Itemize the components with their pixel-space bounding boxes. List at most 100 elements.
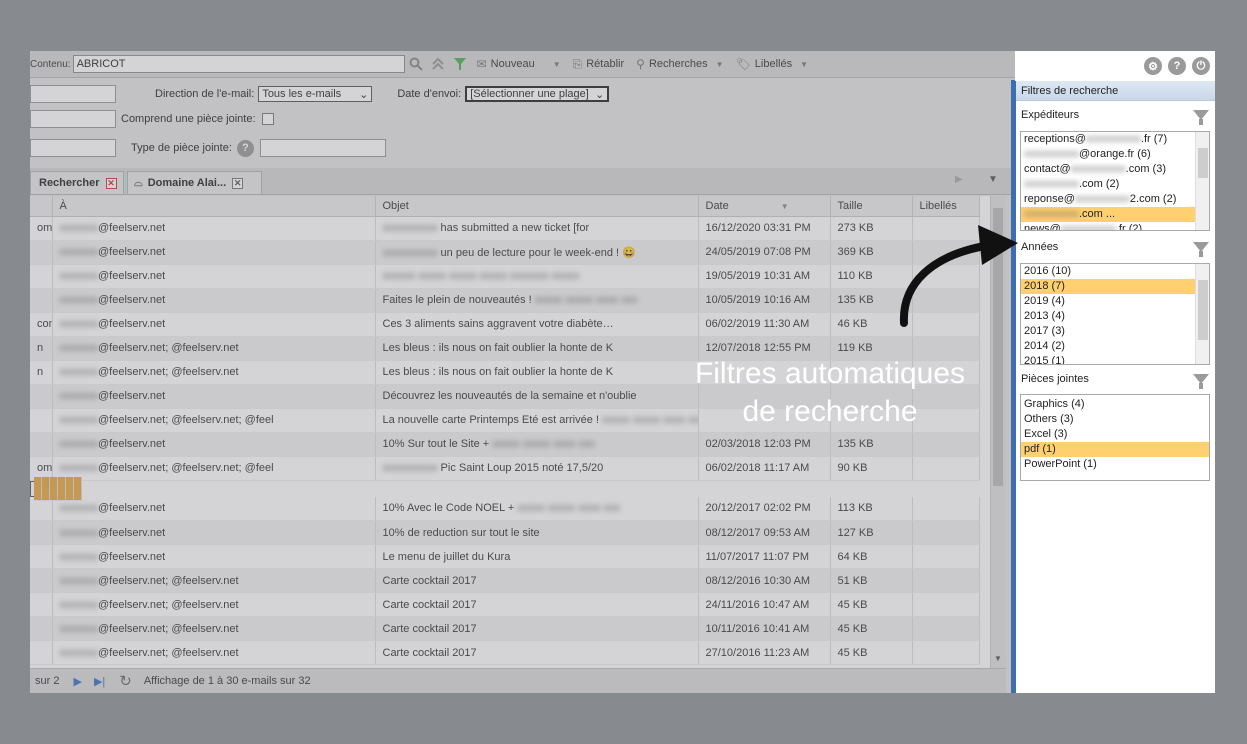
scroll-right-icon[interactable]: ▶ bbox=[955, 174, 963, 185]
refresh-icon[interactable]: ↻ bbox=[119, 672, 132, 690]
table-row[interactable]: xxxxxxx@feelserv.net Le menu de juillet d… bbox=[30, 544, 980, 569]
cell-date: 16/12/2020 03:31 PM bbox=[698, 216, 831, 241]
cell-to: xxxxxxx@feelserv.net bbox=[52, 240, 376, 265]
item-label: 2016 (10) bbox=[1024, 265, 1072, 277]
senders-list[interactable]: receptions@xxxxxxxxxx.fr (7) xxxxxxxxxx@o… bbox=[1020, 131, 1210, 231]
last-page-icon[interactable]: ▶| bbox=[94, 675, 105, 688]
redacted-text: xxxxxxx bbox=[59, 414, 99, 426]
col-from[interactable] bbox=[30, 196, 53, 217]
list-item[interactable]: Excel (3) bbox=[1021, 427, 1209, 442]
item-label: Excel (3) bbox=[1024, 428, 1068, 440]
power-icon[interactable]: ⏻ bbox=[1192, 57, 1210, 75]
tab-search[interactable]: Rechercher ✕ bbox=[30, 171, 124, 194]
table-row[interactable]: xxxxxxx@feelserv.net 10% de reduction sur… bbox=[30, 520, 980, 545]
close-icon[interactable]: ✕ bbox=[232, 177, 244, 189]
envelope-icon: ✉ bbox=[476, 57, 487, 71]
list-item[interactable]: reponse@xxxxxxxxxx2.com (2) bbox=[1021, 192, 1209, 207]
redacted-text: xxxxxxx bbox=[59, 526, 99, 539]
table-row[interactable]: comxxxxxxx@feelserv.netCes 3 aliments sa… bbox=[30, 312, 980, 337]
recipient-text: @feelserv.net bbox=[98, 526, 166, 539]
collapse-icon[interactable] bbox=[427, 53, 449, 75]
criteria-input-2[interactable] bbox=[30, 110, 116, 128]
cell-to: xxxxxxx@feelserv.net bbox=[52, 264, 376, 289]
list-item[interactable]: news@xxxxxxxxxx.fr (2) bbox=[1021, 222, 1209, 230]
col-subject[interactable]: Objet bbox=[375, 196, 699, 217]
table-row[interactable]: omxxxxxxx@feelserv.net; @feelserv.net; @… bbox=[30, 456, 980, 481]
senders-title: Expéditeurs bbox=[1021, 109, 1080, 121]
attachments-list[interactable]: Graphics (4) Others (3) Excel (3) pdf (1) Po… bbox=[1020, 394, 1210, 481]
list-item[interactable]: 2015 (1) bbox=[1021, 354, 1209, 364]
cell-from: om bbox=[30, 216, 53, 241]
table-row[interactable]: xxxxxxx@feelserv.net; @feelserv.net Carte… bbox=[30, 640, 980, 665]
list-item[interactable]: Others (3) bbox=[1021, 412, 1209, 427]
filter-icon[interactable] bbox=[449, 53, 471, 75]
list-item[interactable]: 2017 (3) bbox=[1021, 324, 1209, 339]
list-item[interactable]: Graphics (4) bbox=[1021, 397, 1209, 412]
labels-button[interactable]: 🏷 Libellés ▼ bbox=[730, 53, 814, 75]
table-row[interactable]: xxxxxxx@feelserv.net; @feelserv.net Carte… bbox=[30, 592, 980, 617]
table-row[interactable]: xxxxxxx@feelserv.net Faites le plein de n… bbox=[30, 288, 980, 313]
years-list[interactable]: 2016 (10) 2018 (7) 2019 (4) 2013 (4) 2017 (3… bbox=[1020, 263, 1210, 365]
attachment-checkbox[interactable] bbox=[261, 113, 274, 125]
cell-labels bbox=[912, 456, 980, 481]
table-row[interactable]: xxxxxxx@feelserv.net 10% Sur tout le Site… bbox=[30, 432, 980, 457]
date-range-select[interactable]: [Sélectionner une plage] ⌄ bbox=[465, 86, 610, 102]
cell-labels bbox=[912, 568, 980, 593]
col-labels[interactable]: Libellés bbox=[912, 196, 980, 217]
senders-scrollbar[interactable] bbox=[1195, 132, 1209, 230]
list-item[interactable]: 2016 (10) bbox=[1021, 264, 1209, 279]
searches-button[interactable]: ⚲ Recherches ▼ bbox=[630, 53, 729, 75]
table-row[interactable]: xxxxxxx@feelserv.net xxxxxxxxxx un peu de… bbox=[30, 240, 980, 265]
item-label: 2017 (3) bbox=[1024, 325, 1065, 337]
list-item[interactable]: xxxxxxxxxx.com (2) bbox=[1021, 177, 1209, 192]
attachment-type-input[interactable] bbox=[259, 139, 386, 157]
criteria-input-3[interactable] bbox=[30, 139, 116, 157]
senders-scroll-thumb[interactable] bbox=[1198, 148, 1208, 178]
cell-date: 11/07/2017 11:07 PM bbox=[698, 544, 831, 569]
next-page-icon[interactable]: ▶ bbox=[73, 675, 81, 688]
criteria-input-1[interactable] bbox=[30, 85, 116, 103]
tab-domaine[interactable]: ⌓ Domaine Alai... ✕ bbox=[127, 171, 262, 194]
col-to[interactable]: À bbox=[52, 196, 376, 217]
gear-icon[interactable]: ⚙ bbox=[1144, 57, 1162, 75]
new-button[interactable]: ✉ Nouveau ▼ bbox=[471, 53, 567, 75]
direction-select[interactable]: Tous les e-mails ⌄ bbox=[258, 86, 373, 102]
table-row[interactable]: xxxxxxx@feelserv.net; @feelserv.net Carte… bbox=[30, 568, 980, 593]
close-icon[interactable]: ✕ bbox=[105, 177, 117, 189]
search-icon[interactable] bbox=[405, 53, 427, 75]
list-item[interactable]: 2019 (4) bbox=[1021, 294, 1209, 309]
table-row[interactable]: omxxxxxxx@feelserv.net; @feelserv.net; @… bbox=[30, 476, 82, 501]
item-label: Others (3) bbox=[1024, 413, 1074, 425]
item-tail: .com ... bbox=[1079, 208, 1116, 220]
list-item[interactable]: 2018 (7) bbox=[1021, 279, 1209, 294]
chevron-down-icon[interactable]: ▼ bbox=[553, 60, 561, 69]
table-row[interactable]: xxxxxxx@feelserv.net 10% Avec le Code NOE… bbox=[30, 496, 980, 521]
table-row[interactable]: xxxxxxx@feelserv.net xxxxxx xxxxx xxxxx x… bbox=[30, 264, 980, 289]
list-item[interactable]: receptions@xxxxxxxxxx.fr (7) bbox=[1021, 132, 1209, 147]
col-date[interactable]: Date ▼ bbox=[698, 196, 831, 217]
redacted-text: xxxxxxx bbox=[59, 366, 99, 378]
years-scroll-thumb[interactable] bbox=[1198, 280, 1208, 340]
col-size[interactable]: Taille bbox=[830, 196, 913, 217]
restore-button[interactable]: ⎘ Rétablir bbox=[567, 53, 631, 75]
redacted-text: xxxxxxx bbox=[59, 462, 99, 474]
tab-menu-icon[interactable]: ▼ bbox=[988, 174, 998, 185]
list-item[interactable]: 2013 (4) bbox=[1021, 309, 1209, 324]
list-item[interactable]: xxxxxxxxxx.com ... bbox=[1021, 207, 1209, 222]
help-icon[interactable]: ? bbox=[236, 139, 254, 157]
table-row[interactable]: xxxxxxx@feelserv.net; @feelserv.net Carte… bbox=[30, 616, 980, 641]
table-row[interactable]: om xxxxxxx@feelserv.net xxxxxxxxxx has sub… bbox=[30, 216, 980, 241]
tab-domaine-label: Domaine Alai... bbox=[147, 177, 227, 189]
list-item[interactable]: xxxxxxxxxx@orange.fr (6) bbox=[1021, 147, 1209, 162]
chevron-down-icon: ⌄ bbox=[359, 88, 369, 101]
years-scrollbar[interactable] bbox=[1195, 264, 1209, 364]
list-item[interactable]: 2014 (2) bbox=[1021, 339, 1209, 354]
list-item[interactable]: PowerPoint (1) bbox=[1021, 457, 1209, 472]
list-item[interactable]: pdf (1) bbox=[1021, 442, 1209, 457]
scroll-down-icon[interactable]: ▼ bbox=[994, 654, 1002, 663]
content-search-input[interactable] bbox=[72, 55, 405, 73]
help-icon[interactable]: ? bbox=[1168, 57, 1186, 75]
list-item[interactable]: contact@xxxxxxxxxx.com (3) bbox=[1021, 162, 1209, 177]
redacted-text: xxxxxxx bbox=[59, 222, 99, 234]
cell-subject: La nouvelle carte Printemps Eté est arri… bbox=[375, 408, 699, 433]
